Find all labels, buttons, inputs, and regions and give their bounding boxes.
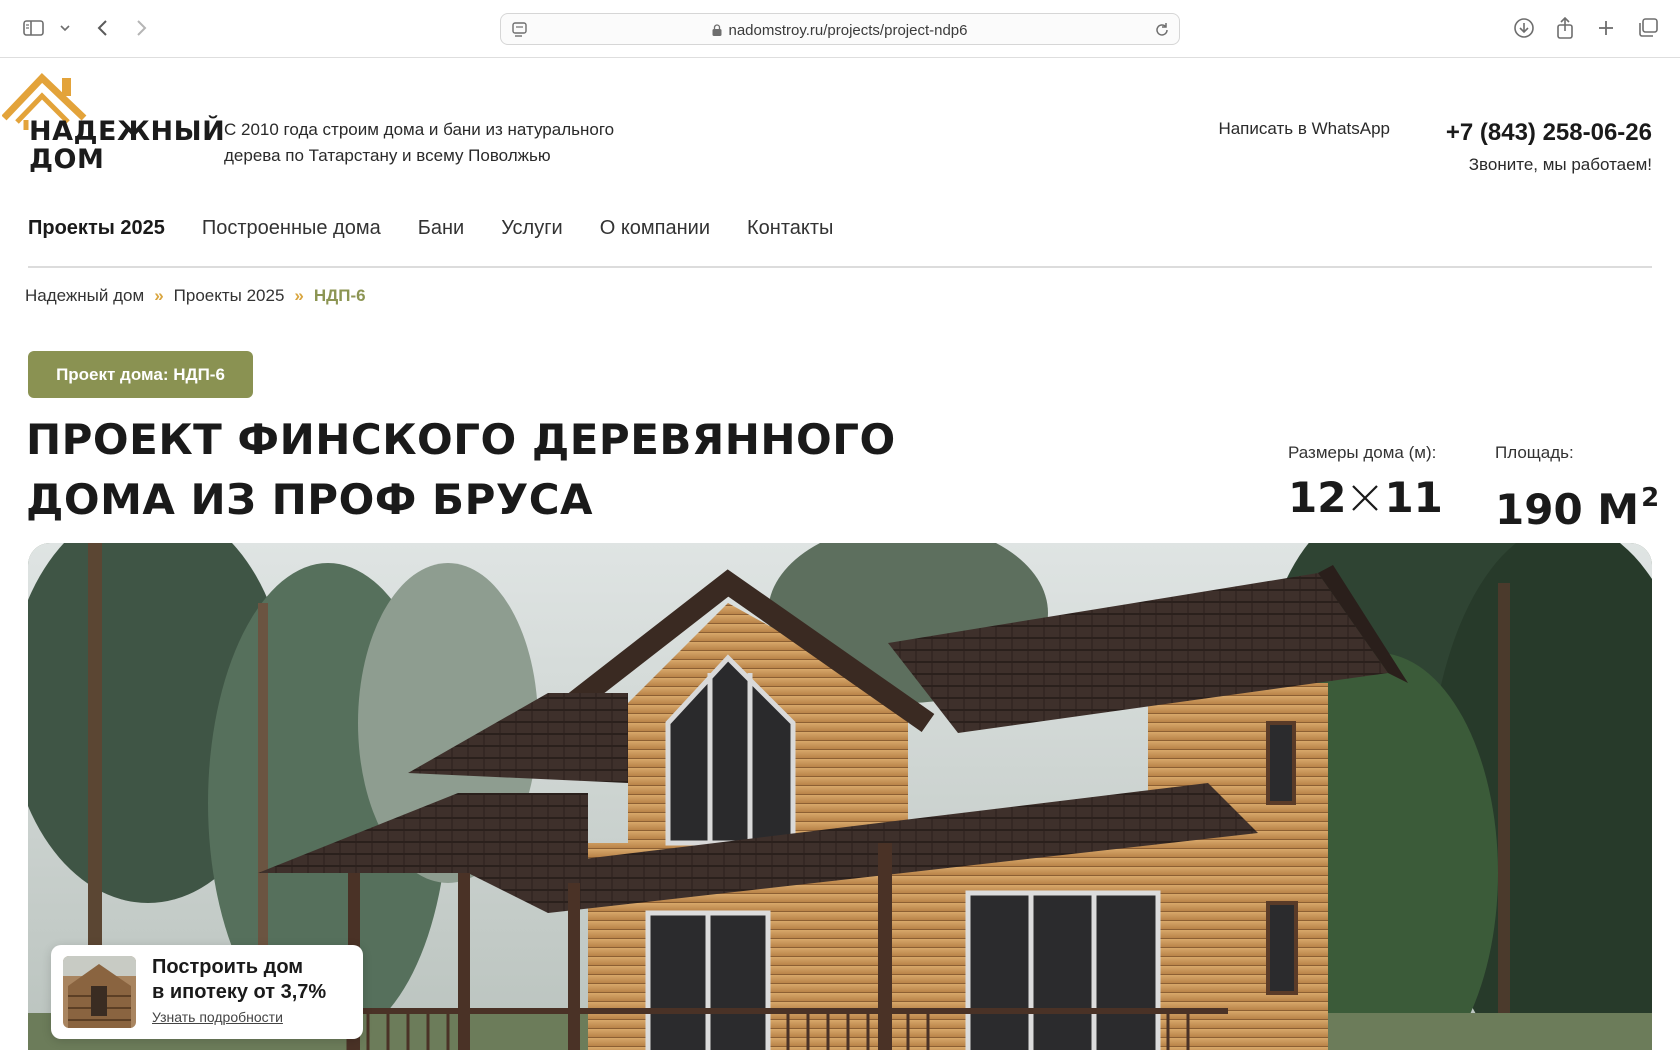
download-icon[interactable] (1512, 16, 1536, 40)
breadcrumb-projects[interactable]: Проекты 2025 (174, 286, 285, 306)
promo-thumbnail (63, 956, 136, 1028)
breadcrumb-home[interactable]: Надежный дом (25, 286, 144, 306)
tabs-overview-icon[interactable] (1636, 16, 1660, 40)
page-title-line1: Проект финского деревянного (26, 415, 896, 464)
promo-details-link[interactable]: Узнать подробности (152, 1009, 283, 1025)
chevron-down-icon[interactable] (58, 16, 72, 40)
tagline-line2: дерева по Татарстану и всему Поволжью (224, 146, 551, 165)
nav-item-contacts[interactable]: Контакты (747, 217, 833, 240)
times-icon (1352, 485, 1379, 511)
phone-number[interactable]: +7 (843) 258-06-26 (1400, 119, 1652, 147)
nav-item-built-houses[interactable]: Построенные дома (202, 217, 381, 240)
back-icon[interactable] (92, 16, 112, 40)
forward-icon[interactable] (132, 16, 152, 40)
breadcrumb-separator: » (154, 286, 164, 305)
breadcrumb: Надежный дом » Проекты 2025 » НДП-6 (25, 286, 366, 306)
nav-divider (28, 266, 1652, 268)
tagline-line1: С 2010 года строим дома и бани из натура… (224, 120, 615, 139)
page-title-line2: дома из проф бруса (26, 475, 594, 524)
mortgage-promo-card[interactable]: Построить дом в ипотеку от 3,7% Узнать п… (51, 945, 363, 1039)
whatsapp-link[interactable]: Написать в WhatsApp (1160, 119, 1390, 139)
logo-text-line2: ДОМ (29, 144, 105, 175)
size-b: 11 (1384, 473, 1443, 522)
breadcrumb-current: НДП-6 (313, 286, 366, 305)
size-a: 12 (1288, 473, 1347, 522)
site-logo[interactable]: НАДЕЖНЫЙ ДОМ (2, 70, 225, 176)
page-title: Проект финского деревянного дома из проф… (26, 410, 926, 530)
phone-note: Звоните, мы работаем! (1468, 155, 1652, 174)
spec-dimensions-label: Размеры дома (м): (1288, 443, 1437, 462)
breadcrumb-separator: » (294, 286, 304, 305)
spec-area-value: 190 м2 (1495, 475, 1659, 533)
promo-title-line2: в ипотеку от 3,7% (152, 981, 327, 1003)
sidebar-icon[interactable] (22, 16, 44, 40)
spec-dimensions-value: 12 11 (1288, 475, 1443, 521)
company-tagline: С 2010 года строим дома и бани из натура… (224, 117, 654, 169)
new-tab-icon[interactable] (1596, 16, 1616, 40)
url-text: nadomstroy.ru/projects/project-ndp6 (728, 22, 968, 39)
share-icon[interactable] (1554, 16, 1576, 40)
area-unit-sup: 2 (1641, 483, 1660, 513)
promo-title: Построить дом в ипотеку от 3,7% (152, 955, 326, 1005)
nav-item-baths[interactable]: Бани (418, 217, 464, 240)
lock-icon (712, 24, 722, 36)
area-number: 190 м (1495, 485, 1640, 534)
nav-item-projects[interactable]: Проекты 2025 (28, 217, 165, 240)
spec-area: Площадь: 190 м2 (1495, 443, 1659, 533)
logo-text-line1: НАДЕЖНЫЙ (29, 116, 226, 147)
promo-title-line1: Построить дом (152, 956, 304, 978)
browser-toolbar: nadomstroy.ru/projects/project-ndp6 (0, 0, 1680, 58)
reload-icon[interactable] (1153, 21, 1171, 39)
nav-item-about[interactable]: О компании (600, 217, 710, 240)
address-bar[interactable]: nadomstroy.ru/projects/project-ndp6 (500, 13, 1180, 45)
spec-dimensions: Размеры дома (м): 12 11 (1288, 443, 1443, 521)
main-nav: Проекты 2025 Построенные дома Бани Услуг… (28, 217, 833, 240)
project-badge: Проект дома: НДП-6 (28, 351, 253, 398)
nav-item-services[interactable]: Услуги (501, 217, 563, 240)
spec-area-label: Площадь: (1495, 443, 1574, 462)
